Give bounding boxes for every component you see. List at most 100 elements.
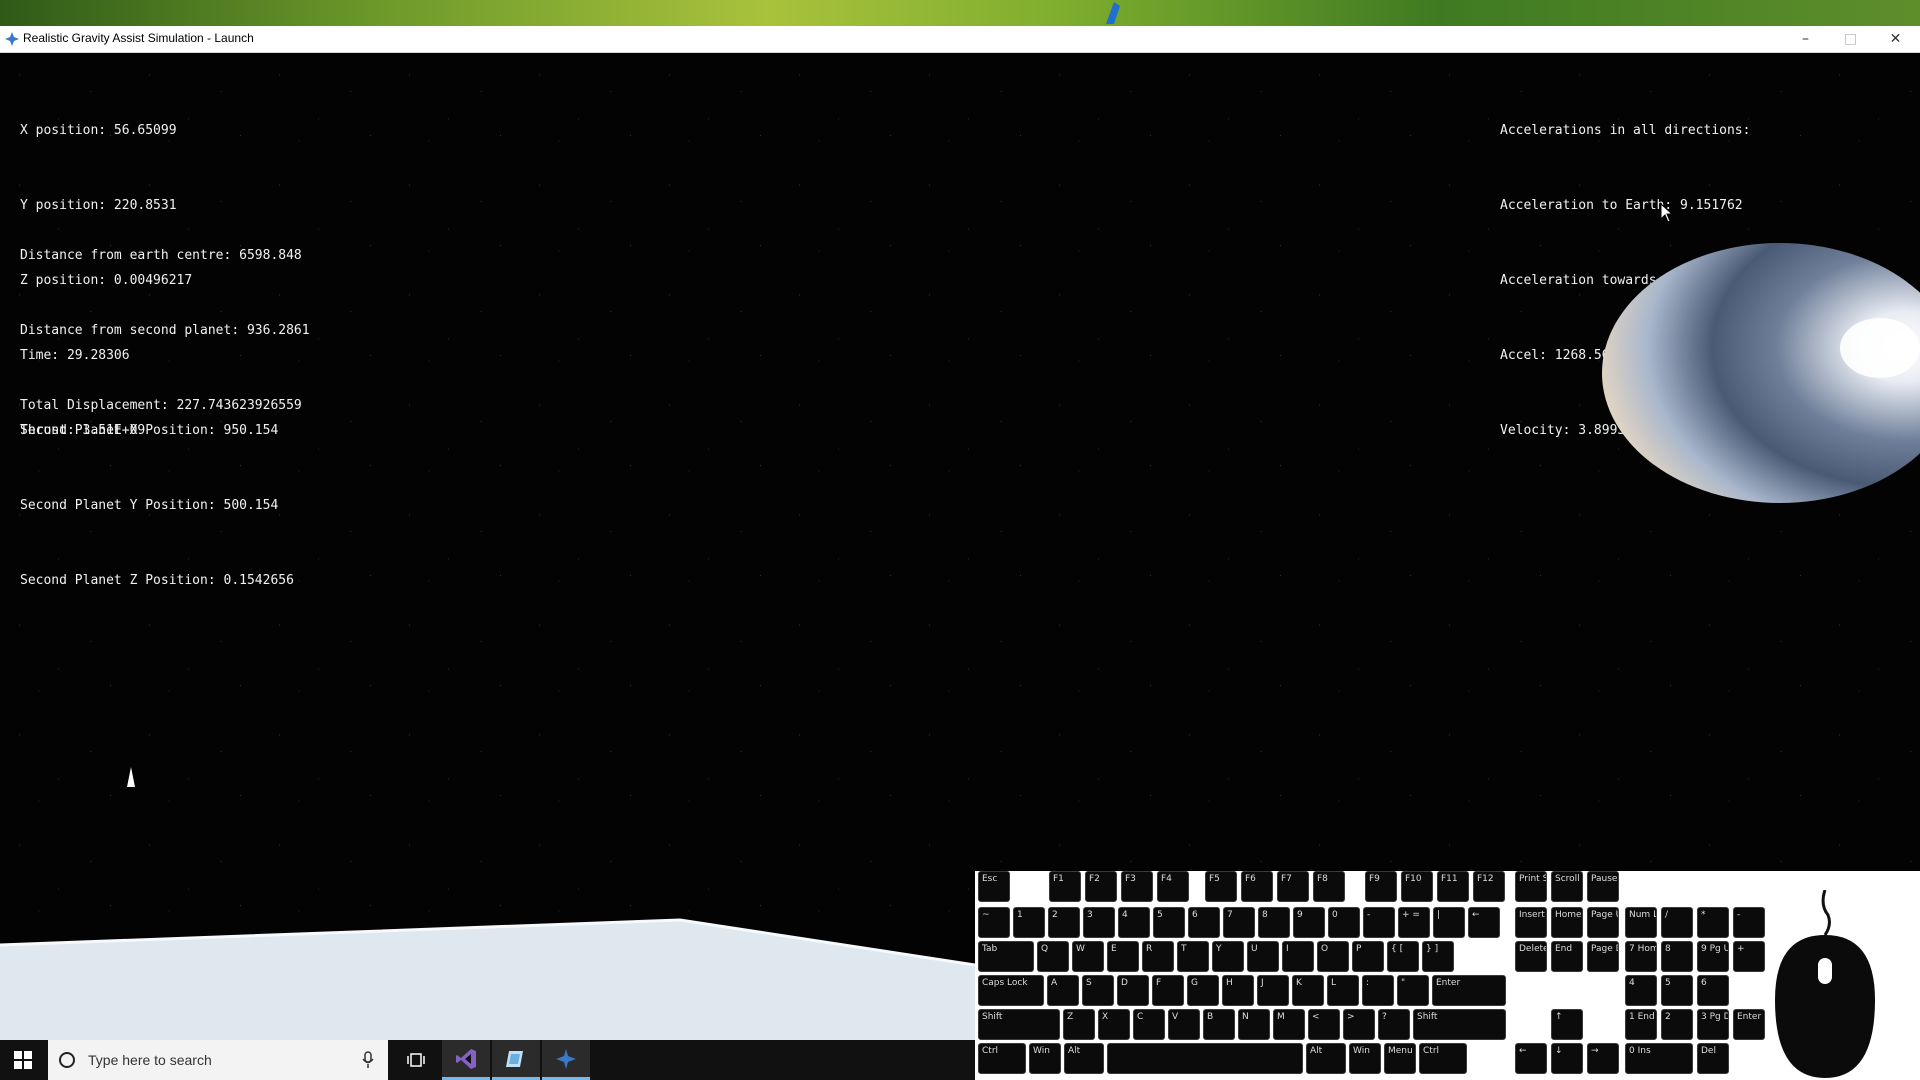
close-button[interactable]: ✕ xyxy=(1873,26,1918,52)
function-key: F11 xyxy=(1437,871,1469,902)
window-titlebar[interactable]: Realistic Gravity Assist Simulation - La… xyxy=(0,26,1920,53)
hud-distance-second-planet: Distance from second planet: 936.2861 xyxy=(20,323,310,338)
minimize-button[interactable]: – xyxy=(1783,26,1828,52)
number-key: 8 xyxy=(1258,907,1290,938)
visual-studio-button[interactable] xyxy=(442,1040,490,1080)
modifier-key: Alt xyxy=(1306,1043,1346,1074)
bottom-row-key: Shift xyxy=(1413,1009,1506,1040)
top-row-key: U xyxy=(1247,941,1279,972)
function-key: F12 xyxy=(1473,871,1505,902)
function-key: Pause Break xyxy=(1587,871,1619,902)
number-key: 0 xyxy=(1328,907,1360,938)
hud-distance-earth: Distance from earth centre: 6598.848 xyxy=(20,248,302,263)
bottom-row-key: ? xyxy=(1378,1009,1410,1040)
function-key: F10 xyxy=(1401,871,1433,902)
modifier-key: Menu xyxy=(1384,1043,1416,1074)
windows-taskbar: Type here to search xyxy=(0,1040,975,1080)
earth-surface xyxy=(0,918,975,1040)
modifier-key: ↓ xyxy=(1551,1043,1583,1074)
hud-accel-header: Accelerations in all directions: xyxy=(1500,123,1751,138)
number-key: - xyxy=(1733,907,1765,938)
top-row-key: Y xyxy=(1212,941,1244,972)
mouse-cursor-icon xyxy=(1660,203,1674,223)
home-row-key: 4 xyxy=(1625,975,1657,1006)
number-key: ~ xyxy=(978,907,1010,938)
hud-x-position: X position: 56.65099 xyxy=(20,123,177,138)
modifier-key: Del xyxy=(1697,1043,1729,1074)
number-key: 1 xyxy=(1013,907,1045,938)
modifier-key: Alt xyxy=(1064,1043,1104,1074)
top-row-key: 8 xyxy=(1661,941,1693,972)
simulation-app-icon xyxy=(556,1048,576,1069)
home-row-key: K xyxy=(1292,975,1324,1006)
home-row-key: D xyxy=(1117,975,1149,1006)
number-key: 5 xyxy=(1153,907,1185,938)
top-row-key: + xyxy=(1733,941,1765,972)
home-row-key: Caps Lock xyxy=(978,975,1044,1006)
home-row-key: : xyxy=(1362,975,1394,1006)
modifier-key: 0 Ins xyxy=(1625,1043,1693,1074)
bottom-row-key: Z xyxy=(1063,1009,1095,1040)
search-placeholder: Type here to search xyxy=(88,1052,212,1068)
simulation-app-button[interactable] xyxy=(542,1040,590,1080)
bottom-row-key: M xyxy=(1273,1009,1305,1040)
top-row-key: P xyxy=(1352,941,1384,972)
function-key: F4 xyxy=(1157,871,1189,902)
home-row-key: " xyxy=(1397,975,1429,1006)
taskbar-search-box[interactable]: Type here to search xyxy=(48,1040,388,1080)
modifier-key: Ctrl xyxy=(978,1043,1026,1074)
mouse-overlay-icon xyxy=(1775,890,1875,1078)
top-row-key: Page Down xyxy=(1587,941,1619,972)
desktop-wallpaper-strip xyxy=(0,0,1920,26)
home-row-key: Enter xyxy=(1432,975,1506,1006)
number-key: Home xyxy=(1551,907,1583,938)
bottom-row-key: ↑ xyxy=(1551,1009,1583,1040)
number-key: Num Lock xyxy=(1625,907,1657,938)
bottom-row-key: C xyxy=(1133,1009,1165,1040)
number-key: 7 xyxy=(1223,907,1255,938)
home-row-key: 6 xyxy=(1697,975,1729,1006)
modifier-key: ← xyxy=(1515,1043,1547,1074)
function-key: Print Screen xyxy=(1515,871,1547,902)
unity-editor-icon xyxy=(506,1050,523,1067)
function-key: F2 xyxy=(1085,871,1117,902)
function-key: F1 xyxy=(1049,871,1081,902)
start-button[interactable] xyxy=(0,1040,46,1080)
bottom-row-key: X xyxy=(1098,1009,1130,1040)
microphone-icon[interactable] xyxy=(362,1051,374,1069)
bottom-row-key: V xyxy=(1168,1009,1200,1040)
bottom-row-key: 2 xyxy=(1661,1009,1693,1040)
function-key: Esc xyxy=(978,871,1010,902)
top-row-key: Tab xyxy=(978,941,1034,972)
number-key: 3 xyxy=(1083,907,1115,938)
windows-start-icon xyxy=(14,1051,32,1069)
modifier-key xyxy=(1107,1043,1303,1074)
modifier-key: Win xyxy=(1349,1043,1381,1074)
bird-icon xyxy=(1106,2,1120,24)
home-row-key: H xyxy=(1222,975,1254,1006)
function-key: F9 xyxy=(1365,871,1397,902)
bottom-row-key: Enter xyxy=(1733,1009,1765,1040)
task-view-button[interactable] xyxy=(392,1040,440,1080)
top-row-key: E xyxy=(1107,941,1139,972)
home-row-key: S xyxy=(1082,975,1114,1006)
window-title: Realistic Gravity Assist Simulation - La… xyxy=(23,31,254,45)
bottom-row-key: 1 End xyxy=(1625,1009,1657,1040)
function-key: F8 xyxy=(1313,871,1345,902)
number-key: ← xyxy=(1468,907,1500,938)
maximize-button[interactable]: □ xyxy=(1828,26,1873,52)
home-row-key: G xyxy=(1187,975,1219,1006)
hud-second-planet-z: Second Planet Z Position: 0.1542656 xyxy=(20,573,294,588)
unity-editor-button[interactable] xyxy=(492,1040,540,1080)
top-row-key: I xyxy=(1282,941,1314,972)
function-key: Scroll Lock xyxy=(1551,871,1583,902)
top-row-key: { [ xyxy=(1387,941,1419,972)
home-row-key: A xyxy=(1047,975,1079,1006)
number-key: 4 xyxy=(1118,907,1150,938)
function-key: F7 xyxy=(1277,871,1309,902)
number-key: + = xyxy=(1398,907,1430,938)
bottom-row-key: N xyxy=(1238,1009,1270,1040)
search-circle-icon xyxy=(59,1052,75,1068)
top-row-key: Q xyxy=(1037,941,1069,972)
top-row-key: Delete xyxy=(1515,941,1547,972)
